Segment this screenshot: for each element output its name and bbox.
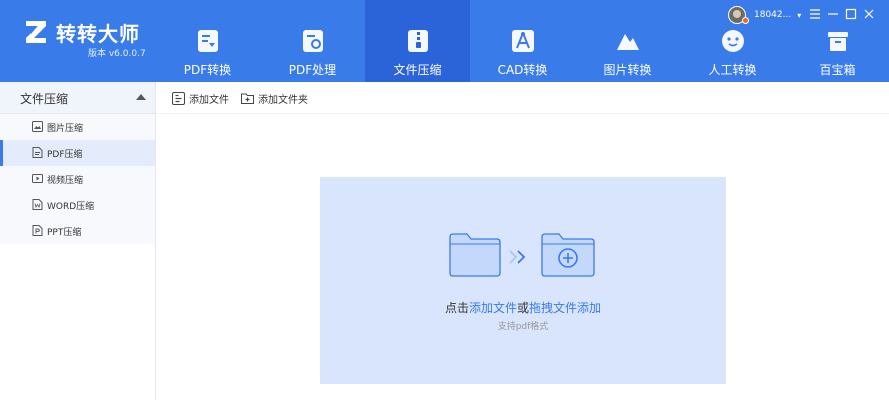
manual-convert-icon bbox=[722, 30, 744, 52]
sidebar-item-label: PPT压缩 bbox=[47, 228, 82, 238]
folder-icon bbox=[449, 233, 501, 277]
add-file-button[interactable]: 添加文件 bbox=[172, 91, 229, 106]
title-bar: 转转大师 版本 v6.0.0.7 PDF转换 PDF处理 文件压缩 CAD转换 … bbox=[0, 0, 889, 82]
tab-label: 图片转换 bbox=[603, 63, 652, 77]
sidebar-list: 图片压缩 PDF压缩 视频压缩 WORD压缩 PPT压缩 bbox=[0, 114, 155, 244]
toolbox-icon bbox=[828, 32, 848, 51]
sidebar-item-label: WORD压缩 bbox=[47, 202, 95, 212]
add-folder-button[interactable]: 添加文件夹 bbox=[241, 91, 308, 106]
drag-file-link[interactable]: 拖拽文件添加 bbox=[529, 301, 601, 315]
user-menu[interactable]: 18042... ▾ bbox=[728, 6, 801, 24]
pdf-process-icon bbox=[303, 30, 323, 52]
chevron-down-icon[interactable]: ▾ bbox=[797, 11, 801, 20]
supported-format-hint: 支持pdf格式 bbox=[497, 322, 549, 332]
tab-label: 文件压缩 bbox=[393, 63, 442, 77]
pdf-convert-icon bbox=[198, 30, 218, 52]
tab-label: 人工转换 bbox=[708, 63, 757, 77]
add-file-link[interactable]: 添加文件 bbox=[469, 301, 517, 315]
minimize-icon[interactable] bbox=[826, 7, 840, 21]
app-version: 版本 v6.0.0.7 bbox=[88, 49, 146, 59]
tab-label: PDF处理 bbox=[288, 63, 337, 77]
cad-convert-icon bbox=[512, 30, 534, 52]
file-compress-icon bbox=[408, 30, 428, 52]
close-icon[interactable] bbox=[862, 7, 876, 21]
tab-pdf-process[interactable]: PDF处理 bbox=[260, 0, 365, 82]
sidebar-item-word-compress[interactable]: WORD压缩 bbox=[0, 192, 155, 218]
folder-add-icon bbox=[541, 233, 595, 277]
pdf-file-icon bbox=[32, 147, 43, 158]
image-file-icon bbox=[32, 121, 43, 132]
tab-label: CAD转换 bbox=[497, 63, 548, 77]
sidebar-item-pdf-compress[interactable]: PDF压缩 bbox=[0, 140, 155, 166]
tab-file-compress[interactable]: 文件压缩 bbox=[365, 0, 470, 82]
file-drop-zone[interactable]: 点击添加文件或拖拽文件添加 支持pdf格式 bbox=[320, 177, 726, 384]
image-convert-icon bbox=[617, 34, 639, 50]
chevron-up-icon[interactable] bbox=[136, 94, 146, 100]
ppt-file-icon bbox=[32, 225, 43, 236]
tab-image-convert[interactable]: 图片转换 bbox=[575, 0, 680, 82]
sidebar-item-video-compress[interactable]: 视频压缩 bbox=[0, 166, 155, 192]
app-name: 转转大师 bbox=[56, 22, 140, 46]
sidebar-header[interactable]: 文件压缩 bbox=[0, 82, 155, 114]
sidebar-item-label: 图片压缩 bbox=[47, 124, 84, 134]
tab-pdf-convert[interactable]: PDF转换 bbox=[155, 0, 260, 82]
sidebar-item-label: 视频压缩 bbox=[47, 176, 84, 186]
drop-middle: 或 bbox=[517, 301, 530, 315]
sidebar-header-label: 文件压缩 bbox=[20, 92, 69, 106]
drop-prefix: 点击 bbox=[444, 301, 469, 315]
drop-instruction: 点击添加文件或拖拽文件添加 bbox=[320, 299, 726, 316]
tab-label: PDF转换 bbox=[183, 63, 232, 77]
username: 18042... bbox=[754, 10, 792, 20]
word-file-icon bbox=[32, 199, 43, 210]
z-logo-icon bbox=[26, 21, 46, 43]
sidebar: 文件压缩 图片压缩 PDF压缩 视频压缩 WORD压缩 PPT压缩 bbox=[0, 82, 156, 400]
double-chevron-right-icon bbox=[509, 250, 526, 264]
sidebar-item-image-compress[interactable]: 图片压缩 bbox=[0, 114, 155, 140]
add-file-label: 添加文件 bbox=[189, 94, 229, 106]
toolbar: 添加文件 添加文件夹 bbox=[156, 82, 889, 114]
sidebar-item-ppt-compress[interactable]: PPT压缩 bbox=[0, 218, 155, 244]
add-file-icon bbox=[172, 91, 185, 105]
add-folder-icon bbox=[241, 93, 254, 104]
video-file-icon bbox=[32, 174, 43, 183]
tab-label: 百宝箱 bbox=[819, 63, 856, 77]
maximize-icon[interactable] bbox=[844, 7, 858, 21]
menu-icon[interactable] bbox=[808, 7, 822, 21]
sidebar-item-label: PDF压缩 bbox=[47, 150, 83, 160]
tab-cad-convert[interactable]: CAD转换 bbox=[470, 0, 575, 82]
vip-badge-icon bbox=[742, 17, 749, 24]
add-folder-label: 添加文件夹 bbox=[258, 94, 308, 106]
